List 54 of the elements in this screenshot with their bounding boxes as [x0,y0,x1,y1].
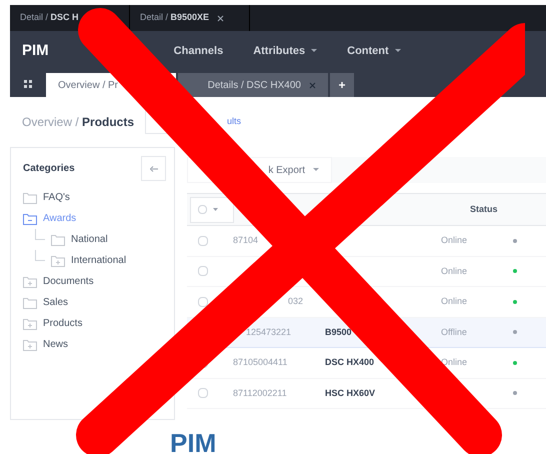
table-cell: Online [441,235,468,245]
folder-icon [23,212,37,224]
breadcrumb: Overview / Products [22,114,134,131]
tree-item[interactable]: Documents [43,274,94,289]
nav-item[interactable]: Attributes [253,42,318,60]
caret-icon [313,168,319,172]
table-cell: Offline [441,326,467,336]
table-cell: 87112002211 [233,388,287,398]
row-checkbox[interactable] [198,236,208,246]
tree-item[interactable]: National [71,232,108,247]
page-tab[interactable]: Details / DSC HX400 [178,73,328,97]
table-cell: 125473221 [246,326,291,336]
table-cell: 87104 [233,235,258,245]
select-all-checkbox[interactable] [190,196,234,222]
logo: PIM [22,40,49,61]
table-cell: DSC HX400 [325,357,374,367]
tree-item[interactable]: Products [43,316,82,331]
folder-icon [23,276,37,288]
link[interactable]: ults [227,115,242,129]
table-cell: B9500 [325,326,352,336]
tree-item[interactable]: Sales [43,295,68,310]
nav-item[interactable]: Channels [174,42,224,60]
caret-icon [213,208,218,211]
table-cell: HSC HX60V [325,388,376,398]
tree-item[interactable]: News [43,337,68,352]
folder-icon [51,254,65,266]
folder-icon [23,318,37,330]
folder-icon [23,192,37,204]
table-cell: Online [441,357,468,367]
tree-item[interactable]: International [71,253,126,268]
add-tab-button[interactable]: + [330,73,354,97]
table-cell: 032 [288,296,303,306]
table-cell: Online [441,296,468,306]
caret-icon [311,49,318,53]
column-header: Status [470,202,498,216]
sidebar-title: Categories [23,162,75,176]
table-row[interactable]: 87105004411 DSC HX400 Online [187,348,546,378]
caret-icon [394,49,401,53]
row-checkbox[interactable] [198,266,208,276]
table-cell: Online [441,266,468,276]
nav-item[interactable]: Content [347,42,401,60]
table-cell: 87105004411 [233,357,288,367]
tree-item[interactable]: FAQ's [43,190,70,205]
grid-icon[interactable] [24,80,32,88]
folder-icon [23,338,37,350]
arrow-left-icon [150,166,158,172]
footer-title: PIM [170,428,216,454]
folder-icon [51,234,65,246]
table-row[interactable]: 87112002211 HSC HX60V [187,378,546,409]
folder-icon [23,296,37,308]
close-icon[interactable] [217,14,224,22]
row-checkbox[interactable] [198,388,208,398]
row-checkbox[interactable] [198,296,208,307]
collapse-button[interactable] [141,156,166,181]
